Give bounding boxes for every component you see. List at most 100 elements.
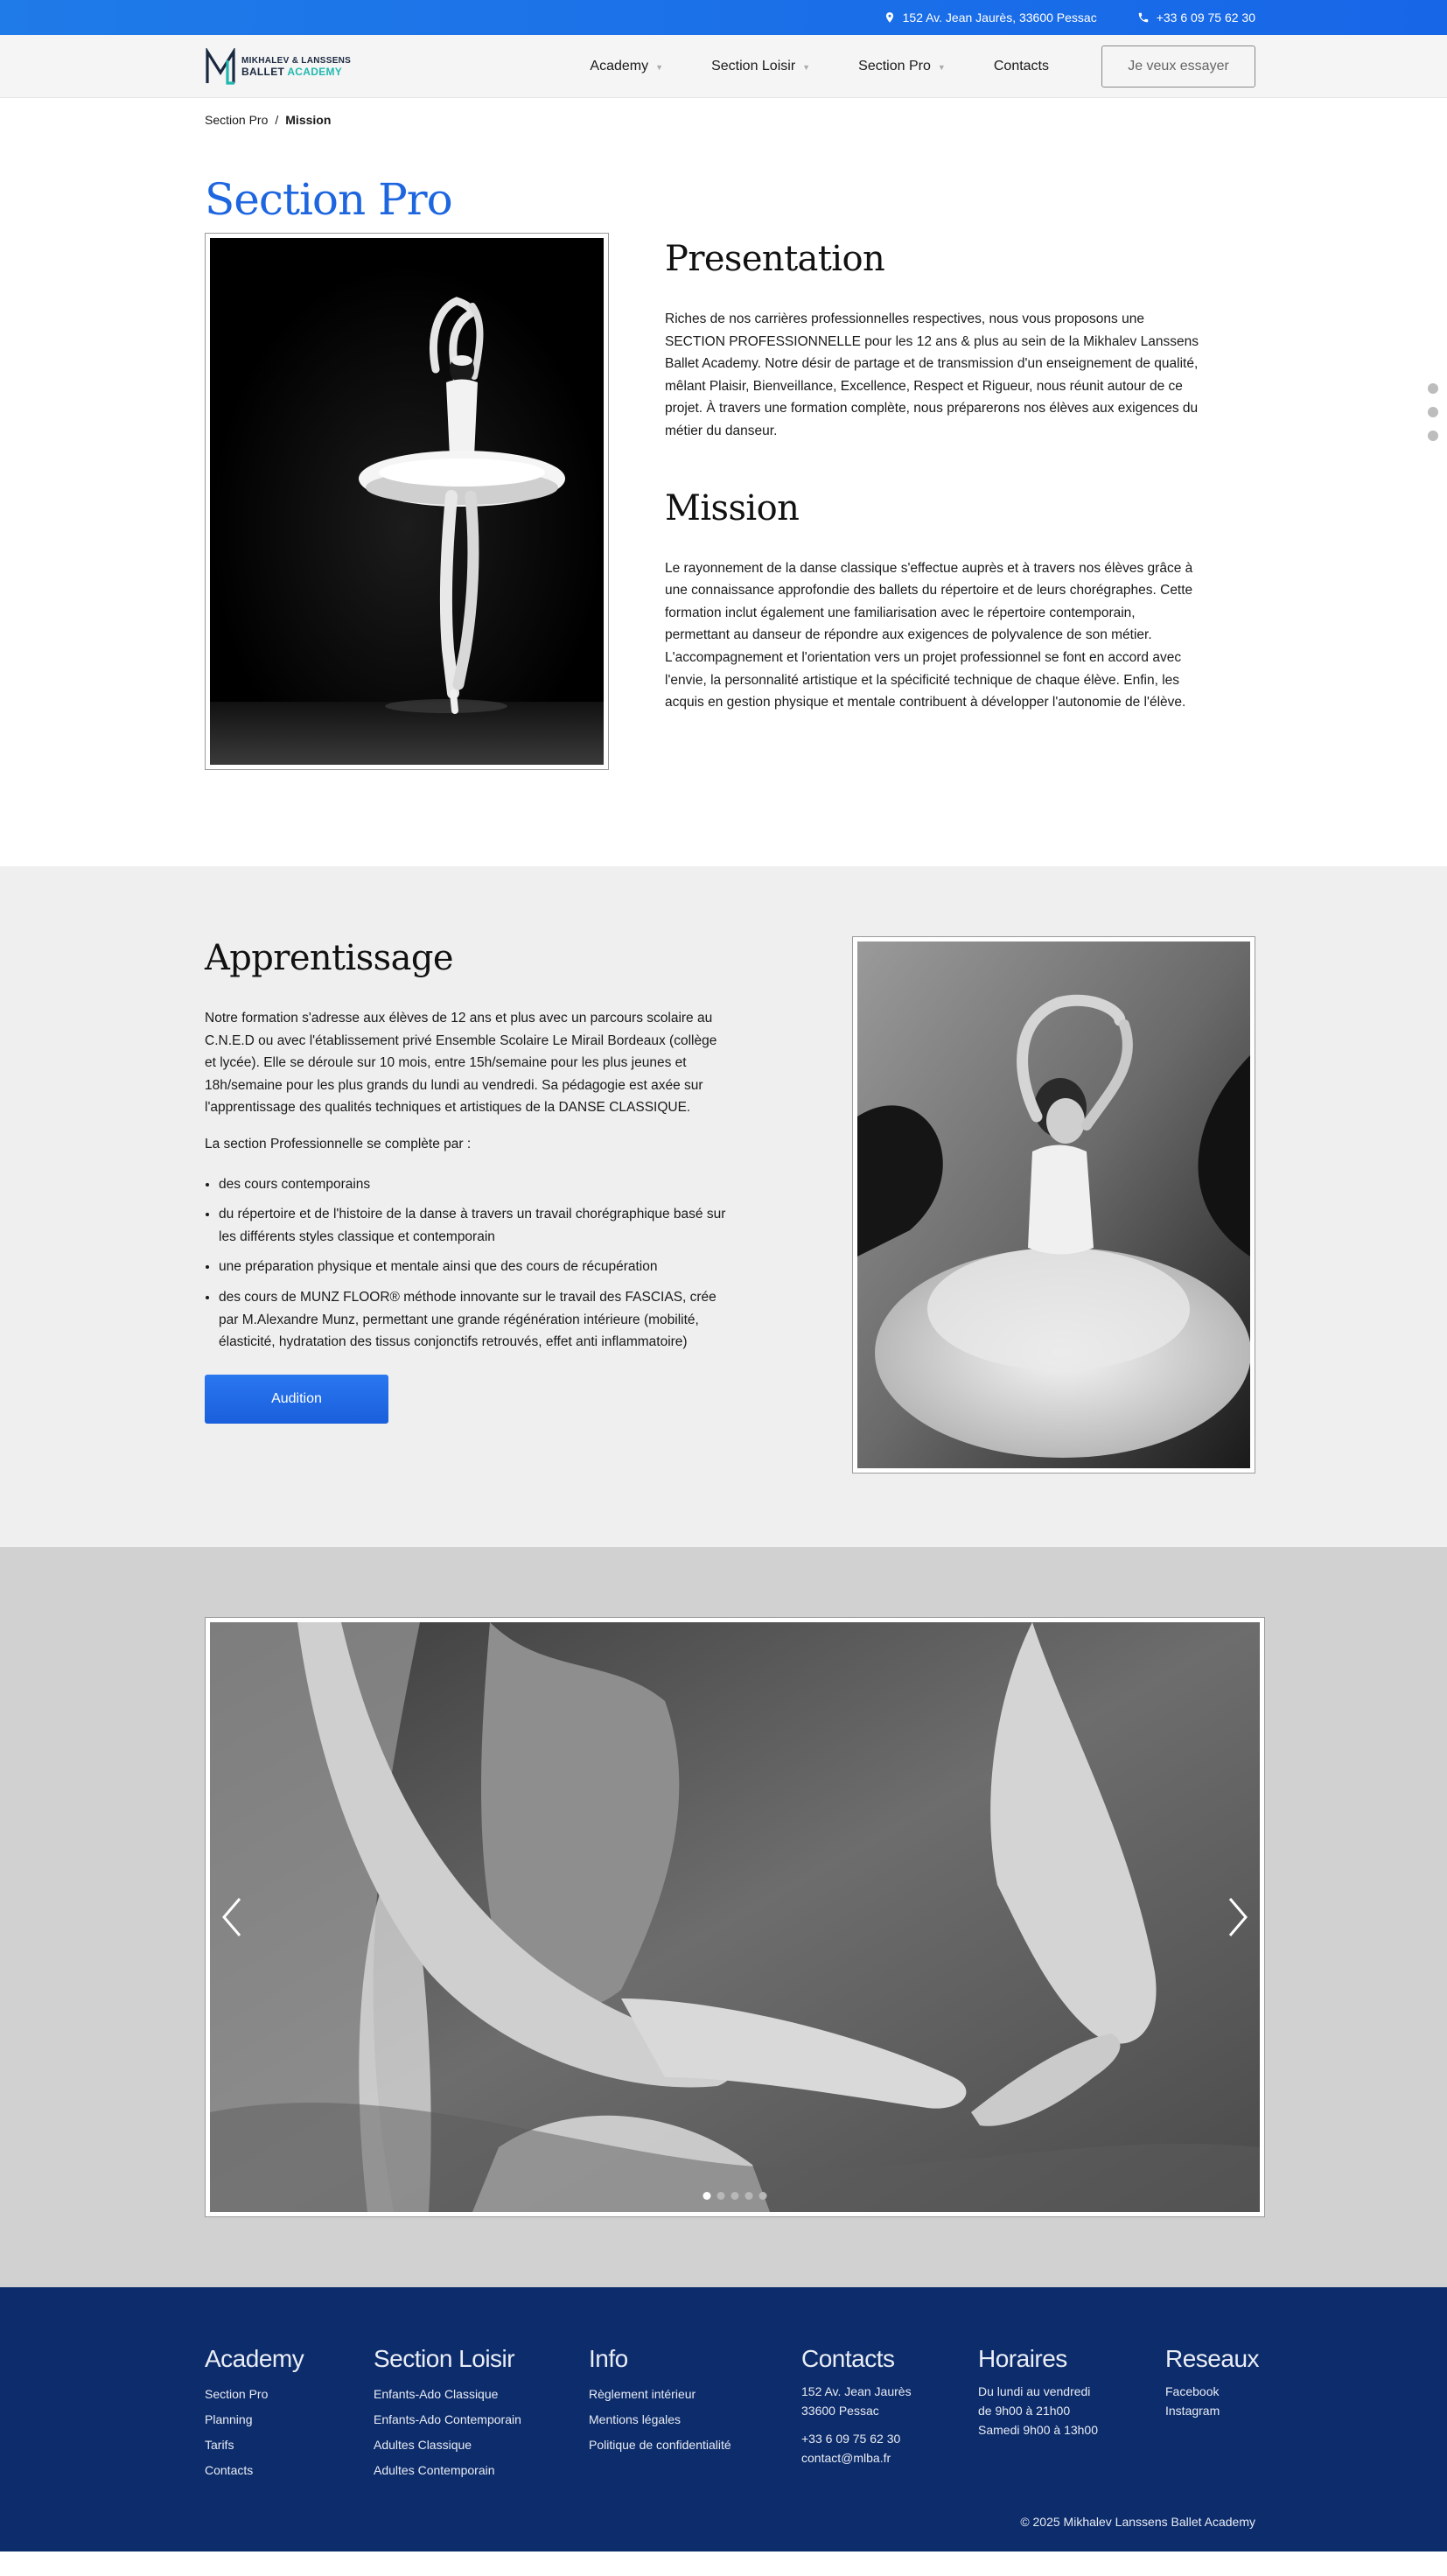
- chevron-down-icon: ▼: [655, 62, 664, 72]
- side-dot[interactable]: [1428, 407, 1438, 417]
- side-dot[interactable]: [1428, 430, 1438, 441]
- footer-link[interactable]: Mentions légales: [589, 2407, 731, 2432]
- footer-link[interactable]: Adultes Contemporain: [374, 2458, 521, 2483]
- chevron-down-icon: ▼: [802, 62, 811, 72]
- apprentissage-section: Apprentissage Notre formation s'adresse …: [0, 866, 1447, 1547]
- seated-ballerina-photo: [857, 942, 1250, 1468]
- list-item: du répertoire et de l'histoire de la dan…: [219, 1203, 730, 1248]
- try-button[interactable]: Je veux essayer: [1101, 45, 1255, 88]
- breadcrumb: Section Pro / Mission: [0, 98, 1447, 140]
- nav-contacts[interactable]: Contacts: [994, 59, 1049, 74]
- slider-dot[interactable]: [717, 2192, 725, 2200]
- footer-info-title: Info: [589, 2345, 628, 2372]
- audition-button[interactable]: Audition: [205, 1374, 388, 1424]
- footer-link[interactable]: Contacts: [205, 2458, 304, 2483]
- logo-text: MIKHALEV & LANSSENS BALLET ACADEMY: [241, 56, 351, 77]
- phone-icon: [1138, 12, 1148, 23]
- nav-academy[interactable]: Academy ▼: [590, 58, 664, 74]
- footer-link-facebook[interactable]: Facebook: [1165, 2382, 1259, 2401]
- slide-image-hands: [210, 1622, 1260, 2212]
- footer-info-column: Info Règlement intérieur Mentions légale…: [589, 2345, 731, 2458]
- ballerina-photo: [210, 238, 604, 765]
- nav-academy-label: Academy: [590, 58, 649, 74]
- footer-link[interactable]: Politique de confidentialité: [589, 2432, 731, 2458]
- apprentissage-intro: La section Professionnelle se complète p…: [205, 1136, 472, 1152]
- text-column: Presentation Riches de nos carrières pro…: [665, 239, 1199, 714]
- ballerina-photo-frame: [205, 233, 609, 770]
- footer-link[interactable]: Tarifs: [205, 2432, 304, 2458]
- nav-section-pro-label: Section Pro: [858, 58, 931, 74]
- page-title: Section Pro: [205, 174, 453, 225]
- nav-section-loisir[interactable]: Section Loisir ▼: [711, 58, 811, 74]
- logo-ballet: BALLET: [241, 65, 285, 78]
- footer-link[interactable]: Règlement intérieur: [589, 2382, 731, 2407]
- nav-section-pro[interactable]: Section Pro ▼: [858, 58, 946, 74]
- footer-link[interactable]: Adultes Classique: [374, 2432, 521, 2458]
- address-text: 152 Av. Jean Jaurès, 33600 Pessac: [902, 10, 1097, 24]
- footer-hours-line1: Du lundi au vendredi: [978, 2384, 1091, 2398]
- breadcrumb-current: Mission: [285, 113, 332, 127]
- seated-ballerina-image: [857, 942, 1250, 1468]
- site-footer: Academy Section Pro Planning Tarifs Cont…: [0, 2287, 1447, 2552]
- phone-item[interactable]: +33 6 09 75 62 30: [1137, 10, 1255, 24]
- slider-dot[interactable]: [744, 2192, 753, 2200]
- breadcrumb-separator: /: [275, 113, 279, 127]
- footer-link[interactable]: Enfants-Ado Classique: [374, 2382, 521, 2407]
- list-item: une préparation physique et mentale ains…: [219, 1256, 730, 1278]
- logo-line2: BALLET ACADEMY: [241, 66, 351, 77]
- footer-email[interactable]: contact@mlba.fr: [801, 2448, 912, 2468]
- footer-address-line2: 33600 Pessac: [801, 2404, 879, 2418]
- presentation-title: Presentation: [665, 239, 885, 279]
- footer-loisir-title: Section Loisir: [374, 2345, 515, 2372]
- slider-prev-arrow-icon[interactable]: [219, 1895, 245, 1939]
- presentation-text: Riches de nos carrières professionnelles…: [665, 312, 1199, 438]
- footer-horaires-column: Horaires Du lundi au vendredi de 9h00 à …: [978, 2345, 1098, 2440]
- footer-reseaux-column: Reseaux Facebook Instagram: [1165, 2345, 1260, 2420]
- logo-academy: ACADEMY: [287, 65, 343, 78]
- ballerina-image: [210, 238, 604, 765]
- footer-horaires-title: Horaires: [978, 2345, 1067, 2372]
- breadcrumb-parent[interactable]: Section Pro: [205, 113, 268, 127]
- footer-link-instagram[interactable]: Instagram: [1165, 2401, 1259, 2420]
- list-item: des cours de MUNZ FLOOR® méthode innovan…: [219, 1286, 730, 1354]
- site-logo[interactable]: MIKHALEV & LANSSENS BALLET ACADEMY: [205, 47, 351, 85]
- slider-pagination: [703, 2192, 767, 2200]
- footer-reseaux-title: Reseaux: [1165, 2345, 1260, 2372]
- footer-phone[interactable]: +33 6 09 75 62 30: [801, 2429, 912, 2448]
- list-item: des cours contemporains: [219, 1173, 730, 1196]
- nav-contacts-label: Contacts: [993, 58, 1049, 74]
- footer-link[interactable]: Enfants-Ado Contemporain: [374, 2407, 521, 2432]
- gallery-section: [0, 1547, 1447, 2287]
- slider: [210, 1622, 1260, 2212]
- address-item[interactable]: 152 Av. Jean Jaurès, 33600 Pessac: [884, 10, 1097, 24]
- site-header: MIKHALEV & LANSSENS BALLET ACADEMY Acade…: [0, 35, 1447, 98]
- side-page-dots: [1428, 383, 1438, 441]
- footer-loisir-column: Section Loisir Enfants-Ado Classique Enf…: [374, 2345, 521, 2483]
- footer-academy-title: Academy: [205, 2345, 304, 2372]
- slider-dot[interactable]: [730, 2192, 739, 2200]
- footer-contacts-title: Contacts: [801, 2345, 895, 2372]
- footer-link[interactable]: Section Pro: [205, 2382, 304, 2407]
- slider-frame: [205, 1617, 1265, 2217]
- apprentissage-text-column: Apprentissage Notre formation s'adresse …: [205, 938, 730, 1424]
- location-pin-icon: [885, 12, 893, 23]
- top-info-bar: 152 Av. Jean Jaurès, 33600 Pessac +33 6 …: [0, 0, 1447, 35]
- slider-dot[interactable]: [758, 2192, 767, 2200]
- footer-academy-column: Academy Section Pro Planning Tarifs Cont…: [205, 2345, 304, 2483]
- mission-title: Mission: [665, 487, 800, 528]
- apprentissage-text: Notre formation s'adresse aux élèves de …: [205, 1011, 717, 1116]
- apprentissage-list: des cours contemporains du répertoire et…: [205, 1173, 730, 1354]
- copyright: © 2025 Mikhalev Lanssens Ballet Academy: [1020, 2515, 1255, 2529]
- seated-ballerina-photo-frame: [852, 936, 1255, 1474]
- footer-hours-line2: de 9h00 à 21h00: [978, 2404, 1071, 2418]
- footer-link[interactable]: Planning: [205, 2407, 304, 2432]
- mission-text: Le rayonnement de la danse classique s'e…: [665, 560, 1193, 710]
- main-nav: Academy ▼ Section Loisir ▼ Section Pro ▼…: [590, 45, 1255, 88]
- nav-section-loisir-label: Section Loisir: [711, 58, 796, 74]
- slider-dot[interactable]: [703, 2192, 711, 2200]
- chevron-down-icon: ▼: [937, 62, 946, 72]
- side-dot[interactable]: [1428, 383, 1438, 394]
- footer-contacts-column: Contacts 152 Av. Jean Jaurès 33600 Pessa…: [801, 2345, 912, 2468]
- footer-hours-line3: Samedi 9h00 à 13h00: [978, 2423, 1098, 2437]
- slider-next-arrow-icon[interactable]: [1225, 1895, 1251, 1939]
